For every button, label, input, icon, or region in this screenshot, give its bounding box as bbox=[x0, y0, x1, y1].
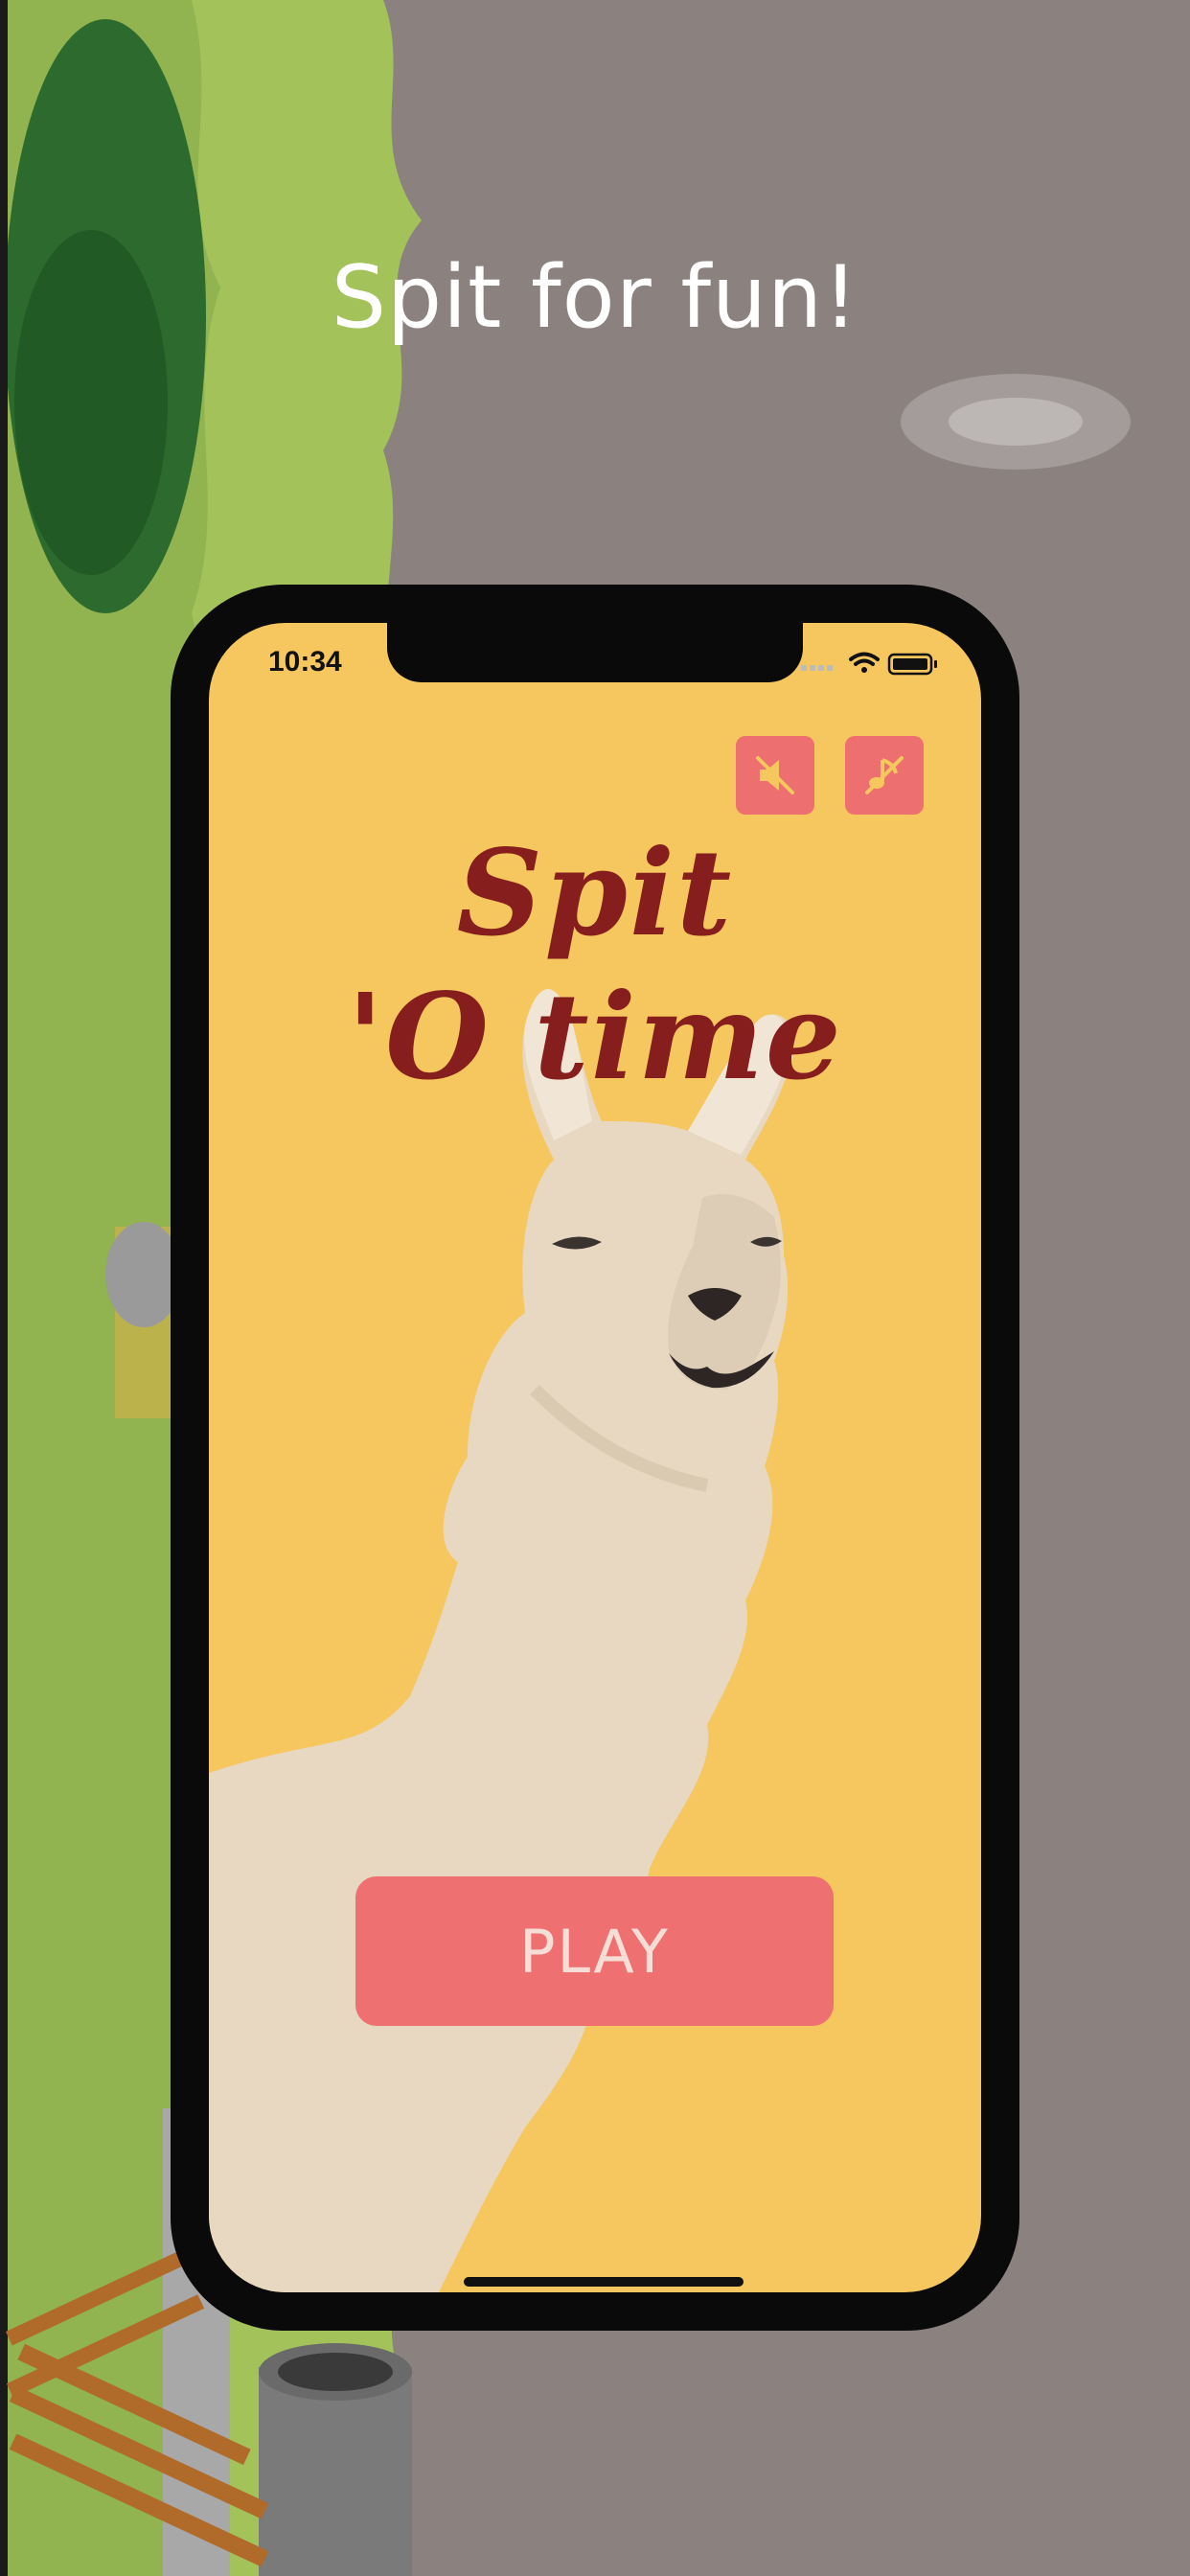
mute-sound-button[interactable] bbox=[736, 736, 814, 815]
phone-frame: 10:34 Spit 'O time PLAY bbox=[171, 585, 1019, 2331]
music-off-icon bbox=[865, 756, 904, 794]
play-button[interactable]: PLAY bbox=[355, 1876, 834, 2026]
promo-headline: Spit for fun! bbox=[331, 247, 859, 348]
game-title-line2: 'O time bbox=[347, 968, 843, 1107]
speaker-muted-icon bbox=[756, 756, 794, 794]
status-icons bbox=[801, 650, 945, 682]
notch bbox=[387, 623, 803, 682]
game-title-line1: Spit bbox=[456, 824, 734, 963]
status-time: 10:34 bbox=[268, 646, 342, 678]
phone-screen: 10:34 Spit 'O time PLAY bbox=[209, 623, 981, 2292]
wifi-icon bbox=[849, 652, 880, 673]
home-indicator[interactable] bbox=[464, 2277, 744, 2287]
battery-icon bbox=[887, 653, 937, 676]
signal-icon bbox=[801, 665, 833, 671]
mute-music-button[interactable] bbox=[845, 736, 924, 815]
